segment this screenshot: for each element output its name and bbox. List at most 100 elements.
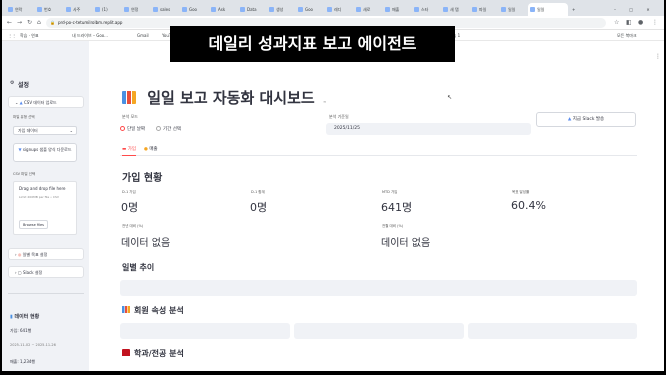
metric-value: 641명 [381, 201, 413, 214]
browser-tab[interactable]: sales [151, 3, 179, 16]
file-type-select[interactable]: 가입 데이터 ⌄ [13, 126, 77, 135]
mouse-cursor-icon: ↖ [447, 94, 453, 101]
radio-period[interactable]: 기간 선택 [156, 125, 181, 132]
school-icon [122, 349, 130, 356]
link-icon[interactable]: ∞ [323, 99, 326, 104]
browser-tab[interactable]: Ask [209, 3, 237, 16]
app-menu-icon[interactable]: ⋮ [655, 53, 661, 60]
browser-tab[interactable]: 스타 [412, 3, 440, 16]
send-slack-button[interactable]: ▲ 지금 Slack 발송 [536, 112, 636, 127]
sidebar-title: 설정 [18, 82, 30, 89]
browser-tab[interactable]: 일일 [499, 3, 527, 16]
dropzone-title: Drag and drop file here [19, 186, 66, 191]
back-icon[interactable]: ← [7, 19, 12, 27]
browser-tab[interactable]: 새로 [354, 3, 382, 16]
compare-label: 전년 대비 (%) [122, 224, 144, 228]
chevron-down-icon: ⌄ [69, 128, 73, 133]
file-dropzone[interactable]: Drag and drop file here Limit 200MB per … [13, 181, 77, 235]
browser-tab[interactable]: 연정 [122, 3, 150, 16]
home-icon[interactable]: ⌂ [37, 19, 41, 27]
browser-tab-bar: 연락 번호 사주 (1) 연정 sales Goo Ask Data 생성 Go… [2, 0, 664, 16]
dropzone-limit: Limit 200MB per file • CSV [19, 195, 59, 199]
forward-icon[interactable]: → [17, 19, 22, 27]
browser-tab[interactable]: 번호 [35, 3, 63, 16]
bookmark-item[interactable]: 학습 · 연표 [20, 32, 39, 39]
target-icon: ◎ [17, 252, 22, 257]
extensions-icon[interactable]: ◧ [626, 19, 632, 27]
browser-tab[interactable]: 연락 [6, 3, 34, 16]
bar-chart-icon [122, 306, 130, 313]
browser-tab[interactable]: (1) [93, 3, 121, 16]
tab-signup[interactable]: ▬ 가입 [122, 146, 136, 156]
metric-label: D-1 가입 [122, 190, 136, 194]
member-attr-title: 회원 속성 분석 [122, 305, 184, 316]
signup-count: 가입: 641행 [10, 328, 32, 333]
browser-tab[interactable]: Data [238, 3, 266, 16]
bookmark-item[interactable]: 내 드라이브 – Goo... [72, 32, 108, 39]
tab-favicon-icon [414, 7, 419, 12]
bookmark-item[interactable]: 모든 북마크 [617, 32, 637, 39]
tab-favicon-icon [8, 7, 13, 12]
metric-value: 60.4% [511, 199, 546, 212]
daily-trend-title: 일별 추이 [122, 263, 155, 272]
card-icon: ▬ [122, 147, 127, 152]
rocket-icon: ▲ [567, 117, 572, 122]
tab-favicon-icon [356, 7, 361, 12]
browser-tab[interactable]: 레디 [325, 3, 353, 16]
tab-favicon-icon [182, 7, 187, 12]
metric-label: 목표 달성률 [512, 190, 530, 194]
browse-files-button[interactable]: Browse files [19, 220, 48, 229]
slack-settings-expander[interactable]: › ▢ Slack 설정 [8, 266, 84, 278]
browser-tab[interactable]: Goo [180, 3, 208, 16]
browser-tab[interactable]: 매출 [383, 3, 411, 16]
tab-favicon-icon [472, 7, 477, 12]
chevron-down-icon: ⌄ [15, 100, 19, 105]
member-attr-chart [120, 323, 290, 339]
data-status-title: ▮ 데이터 현황 [10, 314, 40, 320]
tab-favicon-icon [66, 7, 71, 12]
daily-goal-expander[interactable]: › ◎ 일별 목표 설정 [8, 248, 84, 260]
sidebar: ⚙ 설정 ⌄ ▲ CSV 데이터 업로드 파일 유형 선택 가입 데이터 ⌄ ▼… [2, 41, 89, 371]
bar-chart-icon: ▮ [10, 314, 13, 320]
new-tab-button[interactable]: + [570, 3, 580, 16]
browser-tab[interactable]: 생성 [267, 3, 295, 16]
reload-icon[interactable]: ↻ [27, 19, 32, 27]
window-controls[interactable]: – □ ✕ [612, 3, 662, 16]
file-type-label: 파일 유형 선택 [13, 115, 35, 119]
tab-favicon-icon [95, 7, 100, 12]
metric-value: 0명 [250, 201, 268, 214]
browser-menu-icon[interactable]: ⋮ [652, 19, 658, 27]
browser-tab-active[interactable]: 일일 [528, 3, 568, 16]
compare-label: 전월 대비 (%) [382, 224, 404, 228]
browser-tab[interactable]: 새 탭 [441, 3, 469, 16]
csv-upload-expander[interactable]: ⌄ ▲ CSV 데이터 업로드 [8, 96, 84, 108]
profile-icon[interactable]: ● [638, 19, 643, 27]
radio-single-date[interactable]: 단일 날짜 [120, 125, 145, 132]
tab-favicon-icon [501, 7, 506, 12]
sidebar-divider [8, 293, 84, 294]
metric-value: 0명 [121, 201, 139, 214]
csv-file-label: CSV 파일 선택 [13, 172, 36, 176]
tab-favicon-icon [327, 7, 332, 12]
page-title: 일일 보고 자동화 대시보드 ∞ [122, 87, 326, 108]
main-content: ⋮ 일일 보고 자동화 대시보드 ∞ ↖ 분석 모드 단일 날짜 기간 선택 분… [89, 41, 664, 371]
tab-favicon-icon [37, 7, 42, 12]
tab-favicon-icon [298, 7, 303, 12]
browser-tab[interactable]: Goo [296, 3, 324, 16]
upload-icon: ▲ [19, 100, 23, 105]
base-date-input[interactable]: 2025/11/25 [326, 123, 531, 135]
metric-label: D-1 합계 [251, 190, 265, 194]
tab-sales[interactable]: ● 매출 [144, 146, 158, 156]
sample-download-button[interactable]: ▼ signups 샘플 양식 다운로드 [13, 143, 77, 162]
chevron-right-icon: › [15, 252, 17, 257]
video-caption-overlay: 데일리 성과지표 보고 에이전트 [170, 26, 455, 62]
bookmark-item[interactable]: Gmail [137, 32, 149, 39]
browser-tab[interactable]: 파일 [470, 3, 498, 16]
star-icon[interactable]: ☆ [614, 19, 619, 27]
apps-icon[interactable]: ⋮⋮ [8, 32, 16, 39]
radio-selected-icon [120, 126, 125, 131]
browser-tab[interactable]: 사주 [64, 3, 92, 16]
dept-title: 학과/전공 분석 [122, 348, 184, 359]
chevron-right-icon: › [15, 270, 17, 275]
download-icon: ▼ [18, 147, 22, 152]
